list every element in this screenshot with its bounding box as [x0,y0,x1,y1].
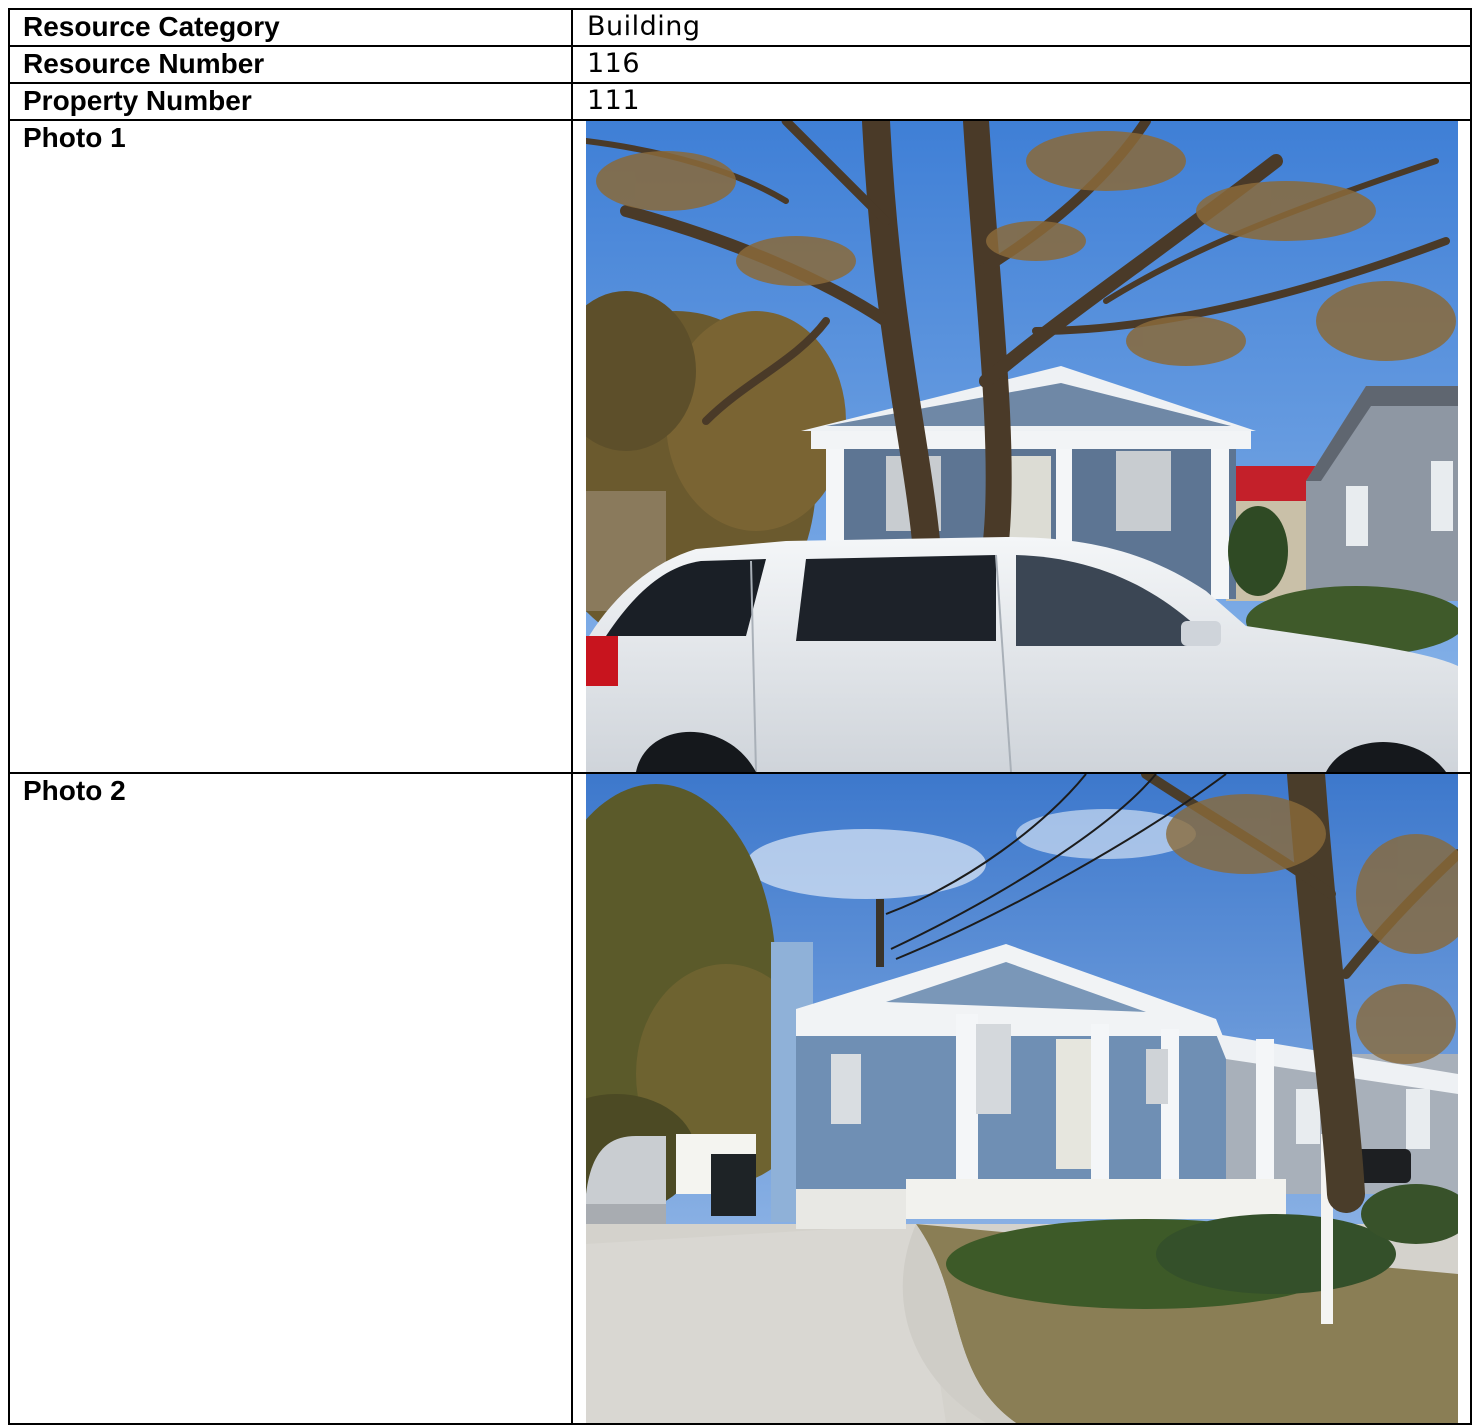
value-property-number: 111 [571,82,1472,121]
value-text: 116 [587,48,641,79]
row-property-number: Property Number 111 [8,82,1472,121]
value-resource-category: Building [571,8,1472,47]
row-photo-2: Photo 2 [8,772,1472,1425]
row-resource-number: Resource Number 116 [8,45,1472,84]
label-photo-2: Photo 2 [8,772,573,1425]
value-resource-number: 116 [571,45,1472,84]
label-resource-number: Resource Number [8,45,573,84]
row-photo-1: Photo 1 [8,119,1472,774]
photo-2-cell [571,772,1472,1425]
label-text: Photo 1 [23,122,126,153]
label-text: Property Number [23,85,252,116]
photo-1-cell [571,119,1472,774]
value-text: Building [587,11,701,42]
value-text: 111 [587,85,641,116]
label-resource-category: Resource Category [8,8,573,47]
photo-1-house-with-white-suv [586,121,1458,772]
label-property-number: Property Number [8,82,573,121]
photo-2-house-front-view [586,774,1458,1423]
label-photo-1: Photo 1 [8,119,573,774]
label-text: Resource Category [23,11,280,42]
resource-table: Resource Category Building Resource Numb… [8,8,1472,1425]
row-resource-category: Resource Category Building [8,8,1472,47]
label-text: Resource Number [23,48,265,79]
label-text: Photo 2 [23,775,126,806]
